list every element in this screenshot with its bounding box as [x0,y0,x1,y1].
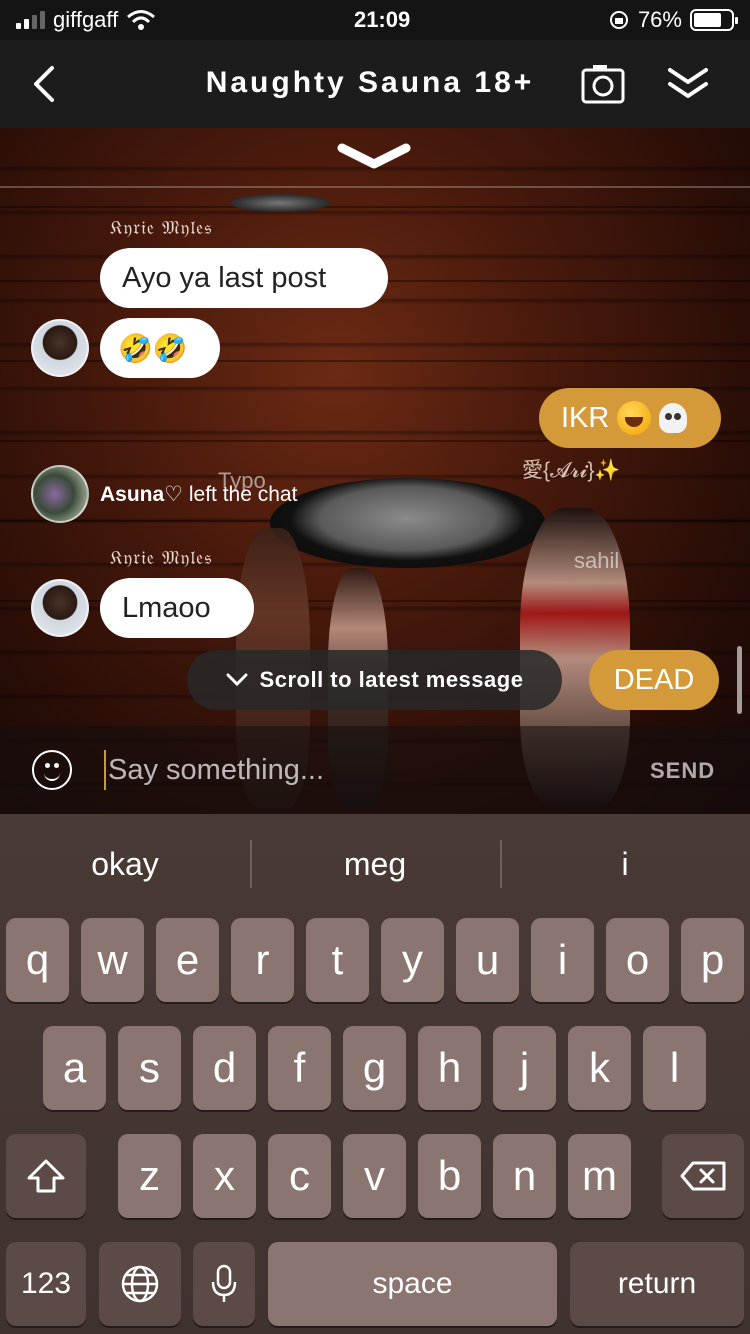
system-message-user: Asuna♡ [100,483,184,506]
carrier-label: giffgaff [53,7,119,32]
key-l[interactable]: l [643,1026,706,1110]
emoji-picker-button[interactable] [32,750,72,790]
status-bar: giffgaff 21:09 76% [0,0,750,40]
chevron-down-icon [226,673,248,687]
status-left: giffgaff [16,7,156,33]
space-key[interactable]: space [268,1242,557,1326]
scene-platform-small [230,194,330,212]
microphone-key[interactable] [193,1242,255,1326]
microphone-icon [211,1264,237,1302]
system-message: Asuna♡ left the chat [100,482,297,507]
numbers-key[interactable]: 123 [6,1242,86,1326]
key-n[interactable]: n [493,1134,556,1218]
message-input[interactable] [104,750,604,790]
expand-chevron-icon[interactable] [336,140,412,174]
divider [0,186,750,188]
message-bubble-own[interactable]: DEAD [589,650,719,710]
globe-key[interactable] [99,1242,181,1326]
key-v[interactable]: v [343,1134,406,1218]
battery-fill [693,13,722,27]
status-right: 76% [608,7,738,33]
scene-user-label: 愛{𝓐𝓻𝓲}✨ [522,459,621,482]
key-r[interactable]: r [231,918,294,1002]
key-u[interactable]: u [456,918,519,1002]
backspace-icon [680,1161,726,1191]
scroll-to-latest-button[interactable]: Scroll to latest message [187,650,562,710]
floor-plank [0,206,750,208]
system-message-text: left the chat [183,483,298,506]
key-y[interactable]: y [381,918,444,1002]
key-b[interactable]: b [418,1134,481,1218]
chat-header: Naughty Sauna 18+ [0,40,750,128]
key-x[interactable]: x [193,1134,256,1218]
message-text: Ayo ya last post [122,261,327,294]
key-h[interactable]: h [418,1026,481,1110]
message-input-bar [0,726,750,814]
scene-platform [270,478,545,568]
message-bubble[interactable]: Ayo ya last post [100,248,388,308]
suggestion[interactable]: meg [250,814,500,914]
key-f[interactable]: f [268,1026,331,1110]
avatar[interactable] [31,465,89,523]
return-key[interactable]: return [570,1242,744,1326]
scene-user-label: sahil [574,548,620,573]
key-p[interactable]: p [681,918,744,1002]
message-bubble-own[interactable]: IKR [539,388,721,448]
key-z[interactable]: z [118,1134,181,1218]
clock: 21:09 [353,7,411,32]
key-j[interactable]: j [493,1026,556,1110]
key-m[interactable]: m [568,1134,631,1218]
keyboard: okay meg i q w e r t y u i o p a s d f g h j k l z x c v b n m 123… [0,814,750,1334]
orientation-lock-icon [609,11,628,29]
scrollbar[interactable] [737,646,742,714]
message-bubble[interactable]: 🤣🤣 [100,318,220,378]
avatar[interactable] [31,579,89,637]
room-title: Naughty Sauna 18+ [205,66,535,99]
skull-emoji-icon [659,403,688,433]
sender-name: 𝔎𝔶𝔯𝔦𝔢 𝔐𝔶𝔩𝔢𝔰 [110,547,213,569]
key-k[interactable]: k [568,1026,631,1110]
collapse-chevron-icon[interactable] [666,62,710,106]
crying-laughing-emoji-icon [617,401,652,435]
laughing-emoji-icon: 🤣🤣 [118,331,188,365]
avatar[interactable] [31,319,89,377]
key-q[interactable]: q [6,918,69,1002]
key-d[interactable]: d [193,1026,256,1110]
key-a[interactable]: a [43,1026,106,1110]
signal-icon [16,11,45,29]
message-text: Lmaoo [122,591,211,624]
shift-key[interactable] [6,1134,86,1218]
key-c[interactable]: c [268,1134,331,1218]
key-t[interactable]: t [306,918,369,1002]
wifi-icon [127,10,156,30]
key-g[interactable]: g [343,1026,406,1110]
suggestion[interactable]: i [500,814,750,914]
key-o[interactable]: o [606,918,669,1002]
back-button[interactable] [26,62,66,106]
message-text: DEAD [613,663,695,696]
shift-icon [27,1159,65,1193]
battery-percent: 76% [637,7,682,32]
globe-icon [121,1265,159,1303]
suggestion[interactable]: okay [0,814,250,914]
key-i[interactable]: i [531,918,594,1002]
battery-icon [689,9,738,31]
key-w[interactable]: w [81,918,144,1002]
predictive-suggestions: okay meg i [0,814,750,914]
key-s[interactable]: s [118,1026,181,1110]
camera-button[interactable] [580,62,626,106]
delete-key[interactable] [662,1134,744,1218]
key-e[interactable]: e [156,918,219,1002]
send-button[interactable]: SEND [650,758,715,784]
message-bubble[interactable]: Lmaoo [100,578,254,638]
sender-name: 𝔎𝔶𝔯𝔦𝔢 𝔐𝔶𝔩𝔢𝔰 [110,217,213,239]
scroll-to-latest-label: Scroll to latest message [259,667,524,692]
message-text: IKR [561,401,610,434]
